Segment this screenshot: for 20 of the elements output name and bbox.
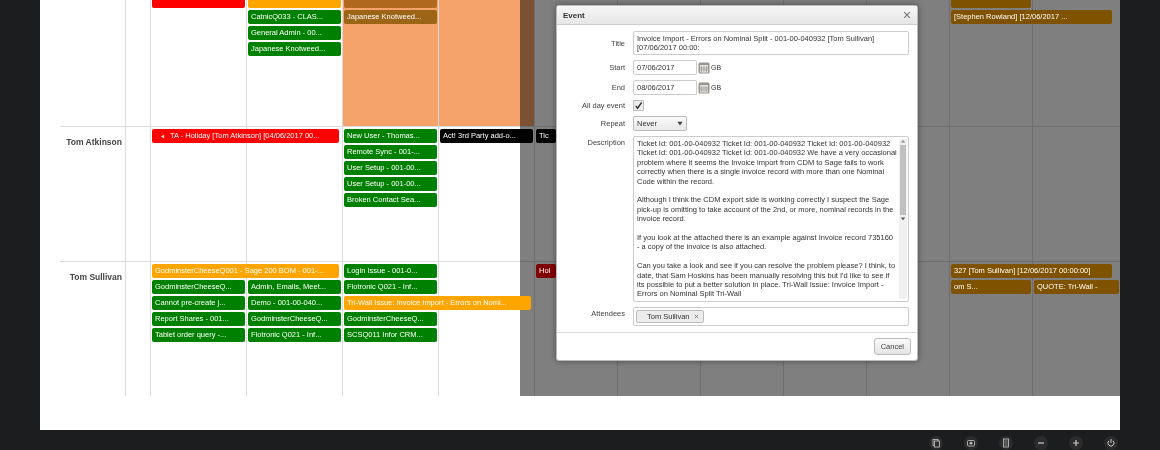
caret-icon <box>677 121 683 126</box>
scrollbar[interactable] <box>899 139 907 299</box>
remove-icon[interactable] <box>693 313 699 319</box>
minus-icon[interactable] <box>1034 436 1048 450</box>
all-day-checkbox[interactable] <box>633 100 644 111</box>
plus-icon[interactable] <box>1069 436 1083 450</box>
calendar-icon[interactable] <box>698 81 710 94</box>
dialog-title: Event <box>563 10 585 20</box>
close-icon[interactable] <box>903 11 911 19</box>
calendar-icon[interactable] <box>698 61 710 74</box>
resource-name: Tom Atkinson <box>66 137 122 147</box>
calculator-icon[interactable] <box>999 436 1013 450</box>
copy-icon[interactable] <box>929 436 943 450</box>
description-field[interactable] <box>633 136 909 302</box>
power-icon[interactable] <box>1104 436 1118 450</box>
arrow-icon <box>160 133 165 139</box>
scroll-down-icon[interactable] <box>900 217 906 221</box>
resource-name: Tom Sullivan <box>69 272 122 282</box>
camera-icon[interactable] <box>964 436 978 450</box>
scroll-up-icon[interactable] <box>900 139 906 143</box>
